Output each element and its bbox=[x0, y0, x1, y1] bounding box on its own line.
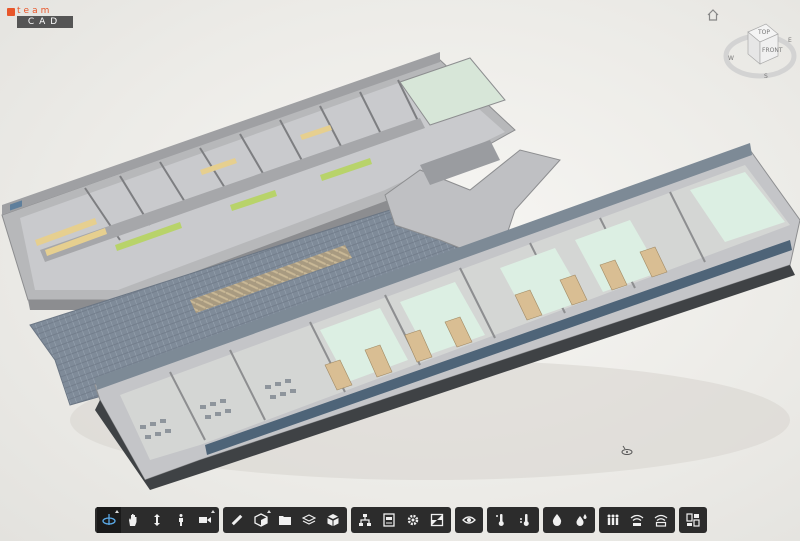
zoom-icon[interactable] bbox=[145, 507, 169, 533]
camera-icon[interactable] bbox=[193, 507, 217, 533]
wifi-icon[interactable] bbox=[625, 507, 649, 533]
orbit-cursor-icon bbox=[620, 444, 634, 456]
layers-icon[interactable] bbox=[297, 507, 321, 533]
viewcube-front-label[interactable]: FRONT bbox=[762, 47, 783, 54]
toolbar-group-navigation bbox=[95, 507, 219, 533]
model-browser-icon[interactable] bbox=[353, 507, 377, 533]
viewcube-top-label[interactable]: TOP bbox=[757, 29, 770, 36]
toolbar-group-tools bbox=[223, 507, 347, 533]
logo-text-bottom: CAD bbox=[17, 16, 73, 28]
home-view-icon[interactable] bbox=[706, 8, 720, 22]
visibility-icon[interactable] bbox=[457, 507, 481, 533]
compass-w[interactable]: W bbox=[728, 55, 734, 62]
viewcube[interactable]: TOP FRONT E W S bbox=[722, 18, 798, 84]
bottom-toolbar bbox=[95, 507, 707, 533]
explode-icon[interactable] bbox=[321, 507, 345, 533]
toolbar-group-water bbox=[543, 507, 595, 533]
people-icon[interactable] bbox=[601, 507, 625, 533]
walk-icon[interactable] bbox=[169, 507, 193, 533]
building-model[interactable] bbox=[0, 0, 800, 541]
3d-viewport[interactable] bbox=[0, 0, 800, 541]
logo-text-top: team bbox=[17, 6, 53, 16]
drop-icon[interactable] bbox=[545, 507, 569, 533]
sensor-icon[interactable] bbox=[513, 507, 537, 533]
logo-mark-icon bbox=[7, 8, 15, 16]
folder-icon[interactable] bbox=[273, 507, 297, 533]
fullscreen-icon[interactable] bbox=[425, 507, 449, 533]
pan-icon[interactable] bbox=[121, 507, 145, 533]
wifi-alert-icon[interactable] bbox=[649, 507, 673, 533]
properties-icon[interactable] bbox=[377, 507, 401, 533]
toolbar-group-model bbox=[351, 507, 451, 533]
settings-icon[interactable] bbox=[401, 507, 425, 533]
orbit-icon[interactable] bbox=[97, 507, 121, 533]
compass-s[interactable]: S bbox=[764, 73, 768, 80]
teamcad-logo: team CAD bbox=[7, 6, 73, 28]
dashboard-icon[interactable] bbox=[681, 507, 705, 533]
toolbar-group-occupancy bbox=[599, 507, 675, 533]
thermometer-icon[interactable] bbox=[489, 507, 513, 533]
measure-icon[interactable] bbox=[225, 507, 249, 533]
toolbar-group-analysis bbox=[487, 507, 539, 533]
compass-e[interactable]: E bbox=[788, 37, 792, 44]
toolbar-group-dashboard bbox=[679, 507, 707, 533]
section-box-icon[interactable] bbox=[249, 507, 273, 533]
toolbar-group-view bbox=[455, 507, 483, 533]
drop-multi-icon[interactable] bbox=[569, 507, 593, 533]
